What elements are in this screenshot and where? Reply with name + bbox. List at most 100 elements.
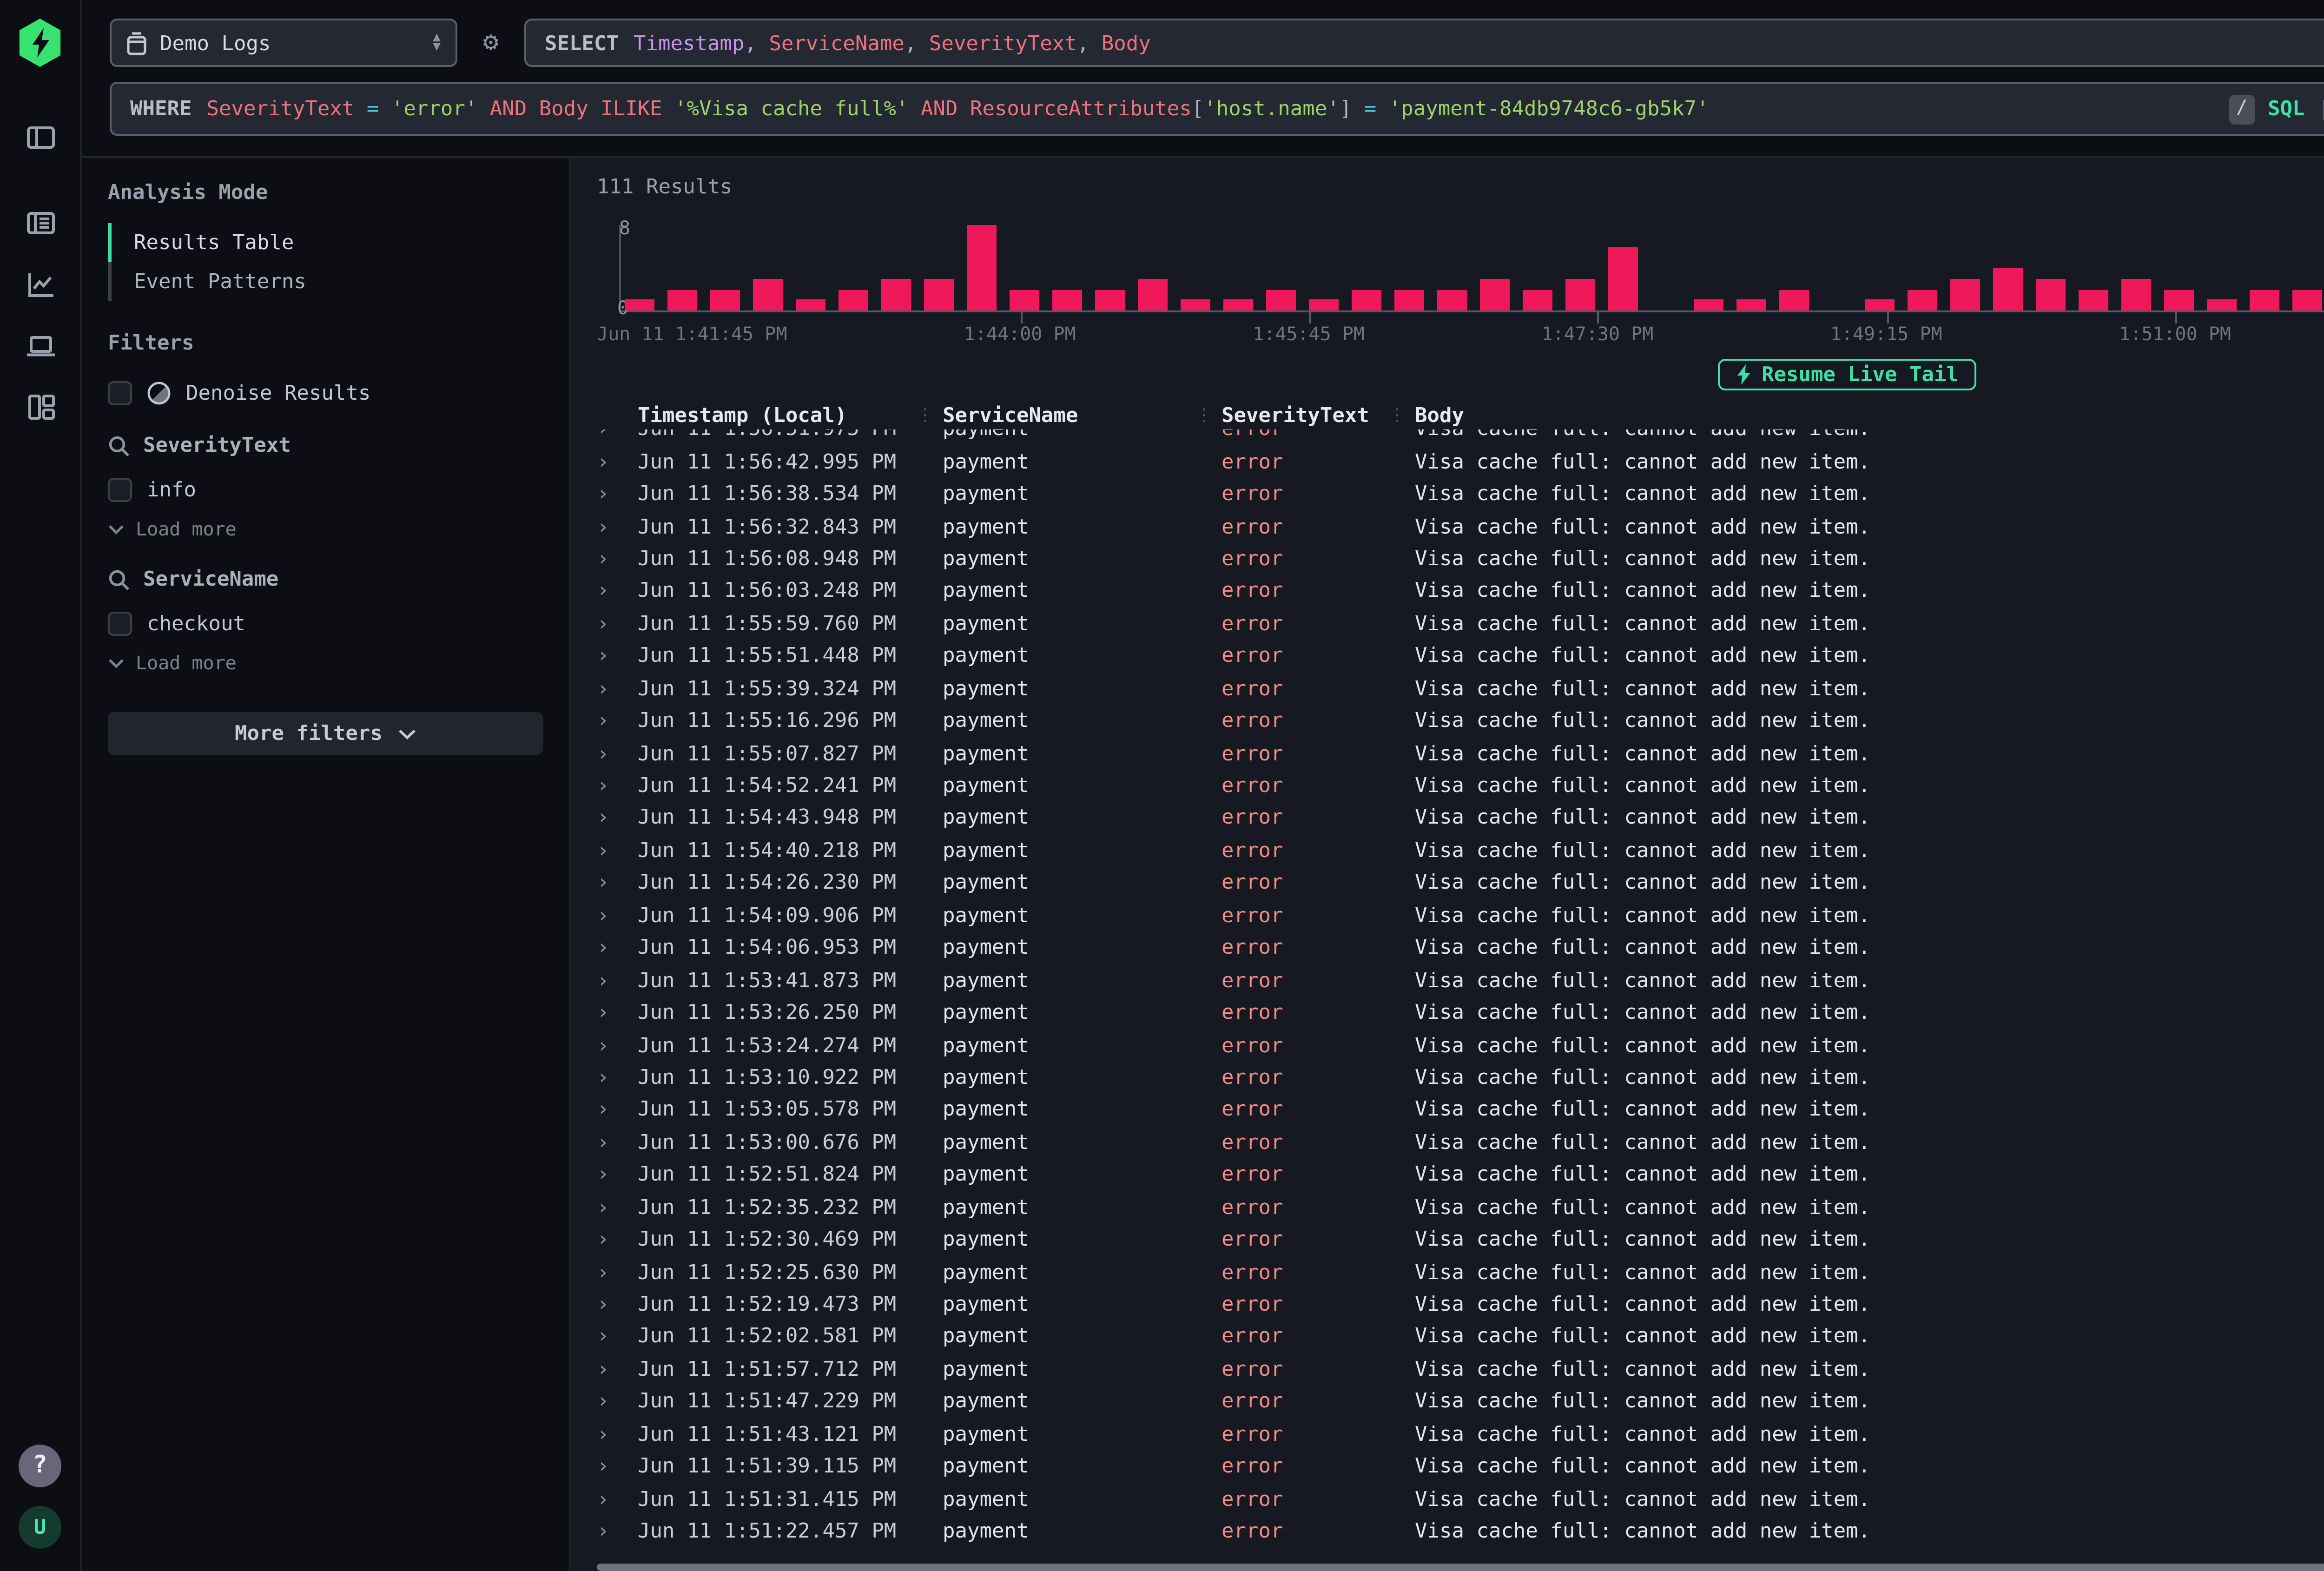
sql-mode-toggle[interactable]: SQL [2268, 97, 2305, 121]
table-row[interactable]: › Jun 11 1:53:41.873 PM payment error Vi… [597, 964, 2324, 997]
table-row[interactable]: › Jun 11 1:51:31.415 PM payment error Vi… [597, 1483, 2324, 1515]
column-resize-handle[interactable]: ⋮ [917, 406, 943, 425]
table-row[interactable]: › Jun 11 1:51:39.115 PM payment error Vi… [597, 1450, 2324, 1483]
histogram-bar[interactable] [1993, 268, 2023, 310]
histogram-bar[interactable] [1181, 300, 1210, 310]
table-row[interactable]: › Jun 11 1:52:19.473 PM payment error Vi… [597, 1288, 2324, 1320]
histogram-bar[interactable] [1394, 289, 1424, 310]
histogram-bar[interactable] [753, 278, 783, 310]
info-checkbox[interactable] [108, 477, 132, 501]
sessions-icon[interactable] [21, 327, 59, 364]
row-expand-chevron-icon[interactable]: › [597, 1260, 638, 1284]
table-row[interactable]: › Jun 11 1:53:24.274 PM payment error Vi… [597, 1029, 2324, 1061]
histogram-bar[interactable] [2250, 289, 2279, 310]
search-icon[interactable] [108, 568, 130, 590]
facet-option-checkout[interactable]: checkout [108, 604, 543, 641]
source-settings-gear-icon[interactable]: ⚙ [474, 19, 508, 67]
histogram-bar[interactable] [2121, 278, 2151, 310]
row-expand-chevron-icon[interactable]: › [597, 838, 638, 863]
where-query-input[interactable]: WHERE SeverityText = 'error' AND Body IL… [110, 82, 2324, 136]
row-expand-chevron-icon[interactable]: › [597, 429, 638, 441]
tab-results-table[interactable]: Results Table [108, 223, 543, 262]
chart-explorer-icon[interactable] [21, 266, 59, 303]
histogram-bar[interactable] [924, 278, 954, 310]
table-row[interactable]: › Jun 11 1:56:42.995 PM payment error Vi… [597, 445, 2324, 478]
row-expand-chevron-icon[interactable]: › [597, 968, 638, 992]
histogram-bar[interactable] [2036, 278, 2066, 310]
histogram-bar[interactable] [1694, 300, 1723, 310]
histogram-bar[interactable] [1138, 278, 1168, 310]
row-expand-chevron-icon[interactable]: › [597, 1454, 638, 1479]
column-header-timestamp[interactable]: Timestamp (Local) [638, 403, 917, 428]
histogram-bar[interactable] [1309, 300, 1339, 310]
row-expand-chevron-icon[interactable]: › [597, 1065, 638, 1089]
servicename-load-more[interactable]: Load more [108, 649, 543, 679]
row-expand-chevron-icon[interactable]: › [597, 579, 638, 603]
select-query-input[interactable]: SELECT Timestamp, ServiceName, SeverityT… [524, 19, 2324, 67]
column-header-servicename[interactable]: ServiceName [943, 403, 1195, 428]
table-row[interactable]: › Jun 11 1:52:35.232 PM payment error Vi… [597, 1191, 2324, 1223]
histogram-bar[interactable] [1480, 278, 1510, 310]
histogram-bar[interactable] [667, 289, 697, 310]
resume-live-tail-button[interactable]: Resume Live Tail [1717, 359, 1977, 390]
table-row[interactable]: › Jun 11 1:52:02.581 PM payment error Vi… [597, 1320, 2324, 1353]
histogram-bar[interactable] [1736, 300, 1766, 310]
histogram-bar[interactable] [1052, 289, 1082, 310]
row-expand-chevron-icon[interactable]: › [597, 449, 638, 474]
histogram-bar[interactable] [1865, 300, 1895, 310]
histogram-bar[interactable] [1437, 289, 1467, 310]
table-row[interactable]: › Jun 11 1:55:16.296 PM payment error Vi… [597, 705, 2324, 737]
row-expand-chevron-icon[interactable]: › [597, 482, 638, 506]
table-row[interactable]: › Jun 11 1:54:43.948 PM payment error Vi… [597, 802, 2324, 834]
histogram-bar[interactable] [2164, 289, 2194, 310]
table-row[interactable]: › Jun 11 1:51:57.712 PM payment error Vi… [597, 1353, 2324, 1386]
search-icon[interactable] [108, 434, 130, 456]
row-expand-chevron-icon[interactable]: › [597, 871, 638, 895]
table-row[interactable]: › Jun 11 1:54:40.218 PM payment error Vi… [597, 834, 2324, 867]
denoise-results-option[interactable]: Denoise Results [108, 374, 543, 411]
table-row[interactable]: › Jun 11 1:54:09.906 PM payment error Vi… [597, 899, 2324, 931]
table-row[interactable]: › Jun 11 1:56:51.975 PM payment error Vi… [597, 429, 2324, 445]
row-expand-chevron-icon[interactable]: › [597, 1292, 638, 1316]
histogram-bar[interactable] [1223, 300, 1253, 310]
histogram-bar[interactable] [1266, 289, 1296, 310]
row-expand-chevron-icon[interactable]: › [597, 1098, 638, 1122]
row-expand-chevron-icon[interactable]: › [597, 1487, 638, 1511]
histogram-bar[interactable] [1565, 278, 1595, 310]
histogram-bar[interactable] [1352, 289, 1381, 310]
row-expand-chevron-icon[interactable]: › [597, 1519, 638, 1543]
table-row[interactable]: › Jun 11 1:54:26.230 PM payment error Vi… [597, 867, 2324, 899]
table-row[interactable]: › Jun 11 1:51:43.121 PM payment error Vi… [597, 1418, 2324, 1450]
app-logo-icon[interactable] [18, 19, 62, 67]
histogram-bar[interactable] [1523, 289, 1552, 310]
horizontal-scrollbar[interactable] [597, 1564, 2324, 1571]
table-row[interactable]: › Jun 11 1:56:38.534 PM payment error Vi… [597, 478, 2324, 510]
histogram-bar[interactable] [625, 300, 654, 310]
table-row[interactable]: › Jun 11 1:55:39.324 PM payment error Vi… [597, 672, 2324, 705]
help-button[interactable]: ? [19, 1445, 61, 1487]
histogram-bar[interactable] [1010, 289, 1039, 310]
facet-option-info[interactable]: info [108, 470, 543, 508]
checkout-checkbox[interactable] [108, 611, 132, 635]
table-row[interactable]: › Jun 11 1:56:08.948 PM payment error Vi… [597, 542, 2324, 575]
table-row[interactable]: › Jun 11 1:53:05.578 PM payment error Vi… [597, 1094, 2324, 1126]
column-header-body[interactable]: Body [1415, 403, 2324, 428]
denoise-checkbox[interactable] [108, 380, 132, 404]
table-row[interactable]: › Jun 11 1:54:52.241 PM payment error Vi… [597, 769, 2324, 802]
histogram-bar[interactable] [967, 225, 997, 310]
row-expand-chevron-icon[interactable]: › [597, 773, 638, 798]
user-avatar[interactable]: U [19, 1506, 61, 1549]
table-row[interactable]: › Jun 11 1:55:07.827 PM payment error Vi… [597, 737, 2324, 770]
table-row[interactable]: › Jun 11 1:51:47.229 PM payment error Vi… [597, 1386, 2324, 1418]
column-resize-handle[interactable]: ⋮ [1195, 406, 1221, 425]
table-row[interactable]: › Jun 11 1:52:51.824 PM payment error Vi… [597, 1158, 2324, 1191]
row-expand-chevron-icon[interactable]: › [597, 514, 638, 538]
row-expand-chevron-icon[interactable]: › [597, 936, 638, 960]
row-expand-chevron-icon[interactable]: › [597, 1228, 638, 1252]
row-expand-chevron-icon[interactable]: › [597, 1389, 638, 1413]
table-row[interactable]: › Jun 11 1:55:59.760 PM payment error Vi… [597, 607, 2324, 640]
row-expand-chevron-icon[interactable]: › [597, 1000, 638, 1024]
table-row[interactable]: › Jun 11 1:54:06.953 PM payment error Vi… [597, 931, 2324, 964]
sidebar-toggle-icon[interactable] [21, 119, 59, 156]
histogram-bar[interactable] [796, 300, 825, 310]
